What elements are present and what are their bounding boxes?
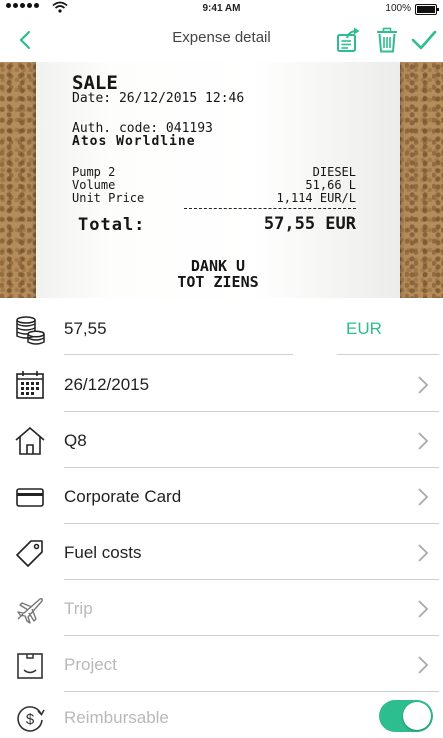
status-time: 9:41 AM bbox=[202, 3, 241, 14]
trip-row[interactable]: Trip bbox=[0, 580, 443, 636]
checkmark-icon[interactable] bbox=[410, 26, 438, 54]
category-row[interactable]: Fuel costs bbox=[0, 524, 443, 580]
reimbursable-toggle[interactable] bbox=[379, 700, 433, 732]
project-row[interactable]: Project bbox=[0, 636, 443, 692]
credit-card-icon bbox=[16, 488, 44, 507]
payment-row[interactable]: Corporate Card bbox=[0, 468, 443, 524]
receipt-row-label: Volume bbox=[72, 178, 116, 192]
receipt-paper: SALE Date: 26/12/2015 12:46 Auth. code: … bbox=[36, 62, 400, 298]
receipt-total-label: Total: bbox=[78, 215, 146, 235]
receipt-footer: TOT ZIENS bbox=[177, 273, 259, 291]
receipt-row-value: 51,66 L bbox=[305, 178, 356, 192]
merchant-value: Q8 bbox=[64, 431, 87, 450]
coins-icon bbox=[16, 316, 45, 345]
merchant-row[interactable]: Q8 bbox=[0, 412, 443, 468]
receipt-photo[interactable]: SALE Date: 26/12/2015 12:46 Auth. code: … bbox=[0, 62, 443, 298]
calendar-icon bbox=[16, 371, 44, 399]
export-icon[interactable] bbox=[335, 26, 363, 54]
receipt-date: Date: 26/12/2015 12:46 bbox=[72, 91, 245, 106]
receipt-row-value: DIESEL bbox=[312, 165, 356, 179]
receipt-row-label: Unit Price bbox=[72, 191, 145, 205]
svg-text:$: $ bbox=[26, 711, 35, 728]
trash-icon[interactable] bbox=[373, 26, 401, 54]
receipt-total-value: 57,55 EUR bbox=[263, 214, 356, 234]
battery-label: 100% bbox=[385, 3, 411, 14]
currency-select[interactable]: EUR bbox=[346, 319, 382, 339]
amount-input[interactable] bbox=[64, 316, 284, 342]
project-icon bbox=[17, 653, 43, 679]
amount-underline bbox=[64, 354, 293, 355]
chevron-right-icon bbox=[418, 656, 429, 674]
chevron-right-icon bbox=[418, 488, 429, 506]
home-icon bbox=[15, 426, 45, 455]
receipt-divider bbox=[184, 208, 356, 209]
reimbursable-label: Reimbursable bbox=[64, 708, 169, 727]
category-value: Fuel costs bbox=[64, 543, 142, 562]
trip-placeholder: Trip bbox=[64, 599, 93, 618]
tag-icon bbox=[16, 540, 43, 567]
chevron-right-icon bbox=[418, 376, 429, 394]
project-placeholder: Project bbox=[64, 655, 117, 674]
airplane-icon bbox=[17, 598, 43, 624]
receipt-row-label: Pump 2 bbox=[72, 165, 116, 179]
receipt-provider: Atos Worldline bbox=[72, 134, 196, 149]
reimburse-icon: $ bbox=[17, 706, 45, 732]
nav-bar: Expense detail bbox=[0, 18, 443, 62]
row-divider bbox=[64, 691, 439, 692]
date-value: 26/12/2015 bbox=[64, 375, 150, 394]
date-row[interactable]: 26/12/2015 bbox=[0, 356, 443, 412]
chevron-right-icon bbox=[418, 600, 429, 618]
toggle-knob bbox=[403, 702, 431, 730]
currency-underline bbox=[337, 354, 439, 355]
battery-icon bbox=[415, 4, 439, 15]
receipt-row-value: 1,114 EUR/L bbox=[276, 191, 356, 205]
chevron-right-icon bbox=[418, 432, 429, 450]
payment-value: Corporate Card bbox=[64, 487, 182, 506]
status-bar: 9:41 AM 100% bbox=[0, 0, 443, 18]
chevron-right-icon bbox=[418, 544, 429, 562]
